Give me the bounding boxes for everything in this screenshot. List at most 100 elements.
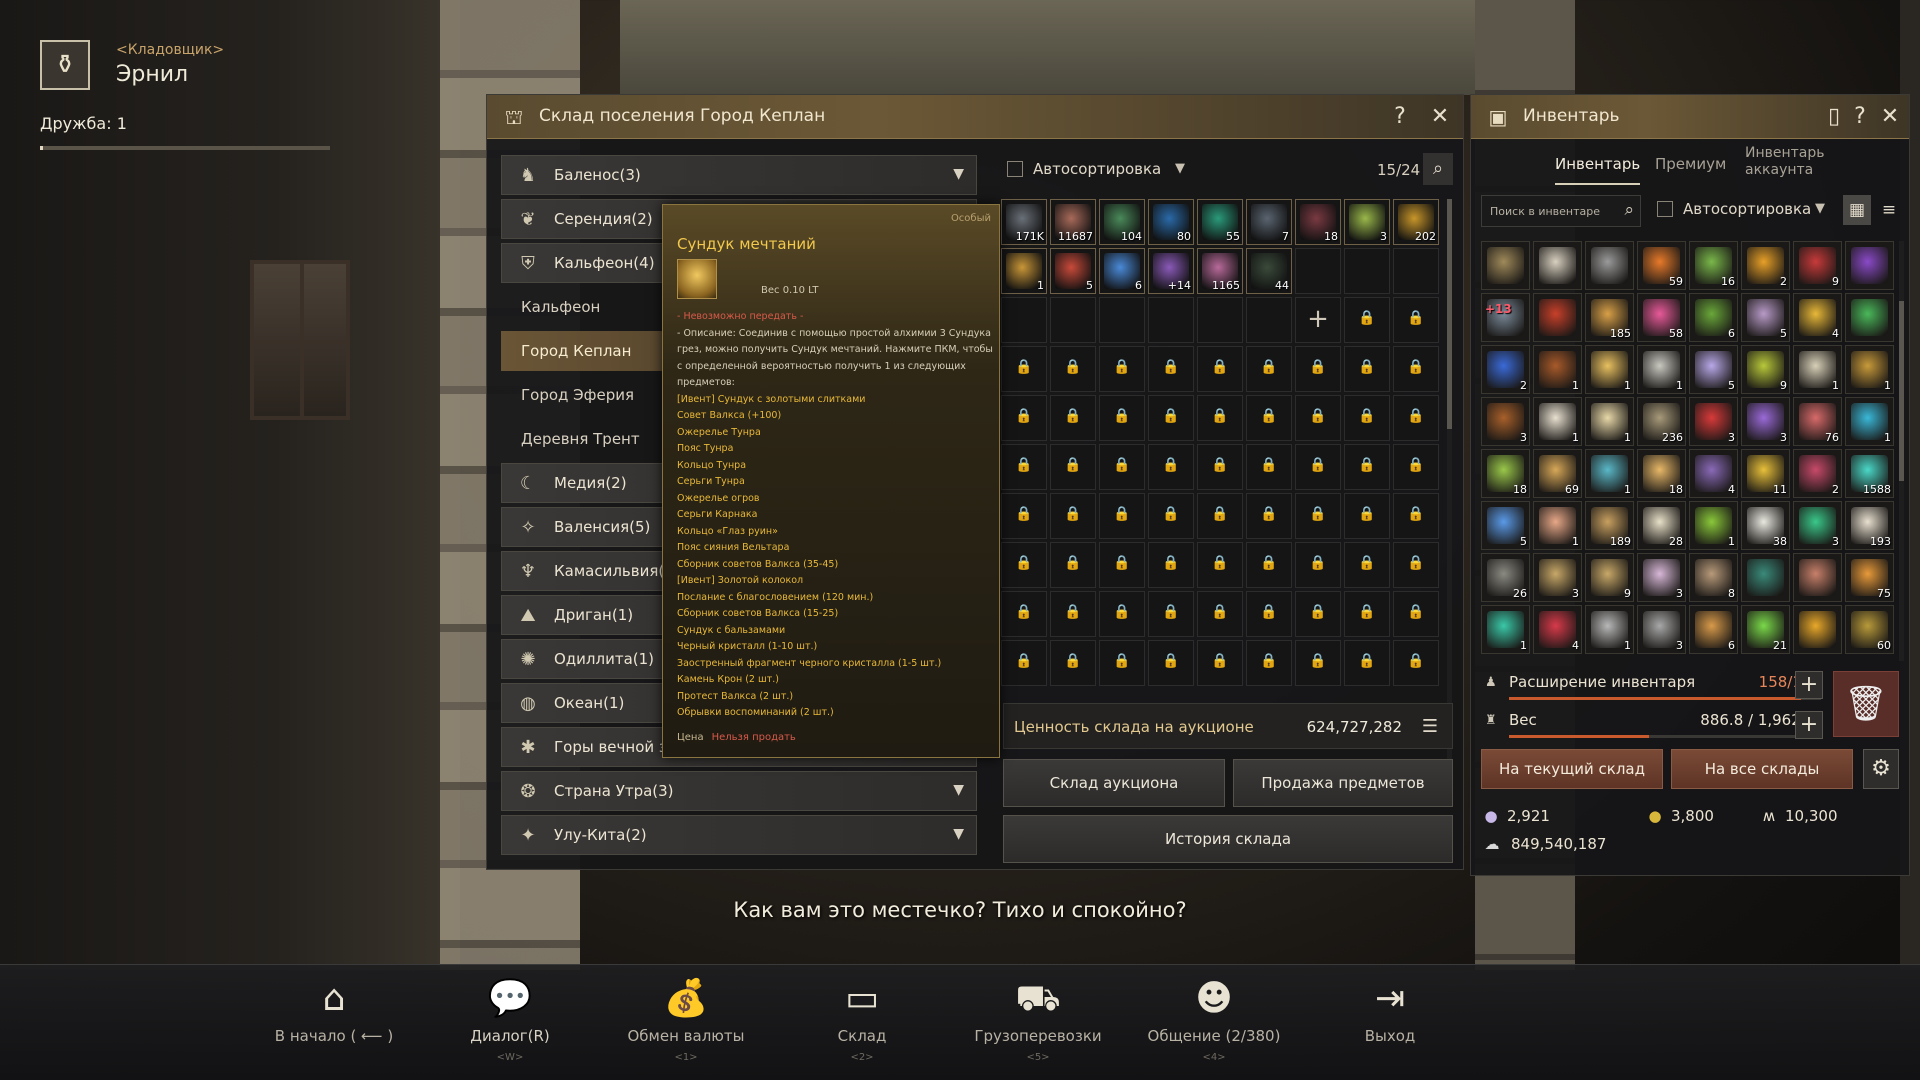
inventory-item-slot[interactable]: 69 <box>1533 449 1582 498</box>
empty-slot[interactable] <box>1344 248 1390 294</box>
warehouse-autosort[interactable]: Автосортировка ▼ <box>1007 155 1187 185</box>
inventory-item-slot[interactable]: 1 <box>1481 605 1530 654</box>
warehouse-scrollbar[interactable] <box>1447 199 1452 759</box>
inventory-item-slot[interactable]: 3 <box>1481 397 1530 446</box>
inventory-item-slot[interactable]: 193 <box>1845 501 1894 550</box>
warehouse-item-slot[interactable]: 55 <box>1197 199 1243 245</box>
warehouse-item-slot[interactable]: 7 <box>1246 199 1292 245</box>
empty-slot[interactable] <box>1148 297 1194 343</box>
inventory-item-slot[interactable]: 1 <box>1845 345 1894 394</box>
expand-inventory-button[interactable]: + <box>1795 671 1823 699</box>
inventory-item-slot[interactable] <box>1585 241 1634 290</box>
warehouse-item-slot[interactable]: 6 <box>1099 248 1145 294</box>
warehouse-item-slot[interactable]: 171K <box>1001 199 1047 245</box>
empty-slot[interactable] <box>1246 297 1292 343</box>
action-home[interactable]: ⌂ В начало ( ⟵ ) <box>239 965 429 1080</box>
inventory-item-slot[interactable] <box>1533 293 1582 342</box>
inventory-item-slot[interactable]: 1 <box>1637 345 1686 394</box>
inventory-item-slot[interactable] <box>1533 241 1582 290</box>
autosort-checkbox[interactable] <box>1007 161 1023 177</box>
autosort-checkbox[interactable] <box>1657 201 1673 217</box>
empty-slot[interactable] <box>1393 248 1439 294</box>
plus-icon[interactable]: + <box>1296 304 1340 334</box>
inventory-item-slot[interactable] <box>1845 293 1894 342</box>
empty-slot[interactable] <box>1197 297 1243 343</box>
inventory-item-slot[interactable] <box>1793 605 1842 654</box>
inventory-item-slot[interactable]: 6 <box>1689 605 1738 654</box>
inventory-item-slot[interactable]: 1 <box>1689 501 1738 550</box>
empty-slot[interactable] <box>1001 297 1047 343</box>
inventory-item-slot[interactable]: 11 <box>1741 449 1790 498</box>
chevron-down-icon[interactable]: ▼ <box>1175 161 1185 176</box>
inventory-item-slot[interactable]: 5 <box>1741 293 1790 342</box>
inventory-item-slot[interactable]: 185 <box>1585 293 1634 342</box>
inventory-item-slot[interactable]: 1588 <box>1845 449 1894 498</box>
scrollbar-thumb[interactable] <box>1899 301 1904 481</box>
inventory-item-slot[interactable]: 6 <box>1689 293 1738 342</box>
inventory-item-slot[interactable]: 3 <box>1533 553 1582 602</box>
inventory-item-slot[interactable]: 8 <box>1689 553 1738 602</box>
inventory-item-slot[interactable] <box>1741 553 1790 602</box>
inventory-item-slot[interactable]: 38 <box>1741 501 1790 550</box>
search-input[interactable]: Поиск в инвентаре <box>1490 205 1600 218</box>
to-all-warehouses-button[interactable]: На все склады <box>1671 749 1853 789</box>
inventory-item-slot[interactable]: +13 <box>1481 293 1530 342</box>
inventory-item-slot[interactable]: 189 <box>1585 501 1634 550</box>
inventory-item-slot[interactable]: 1 <box>1533 345 1582 394</box>
tab-account-inventory[interactable]: Инвентарь аккаунта <box>1745 145 1835 179</box>
region-9-regions_after[interactable]: ✦ Улу-Кита(2) ▼ <box>501 815 977 855</box>
empty-slot[interactable] <box>1050 297 1096 343</box>
chevron-down-icon[interactable]: ▼ <box>953 166 964 182</box>
inventory-item-slot[interactable]: 1 <box>1585 397 1634 446</box>
expand-weight-button[interactable]: + <box>1795 711 1823 739</box>
tab-inventory[interactable]: Инвентарь <box>1555 155 1641 185</box>
inventory-item-slot[interactable]: 26 <box>1481 553 1530 602</box>
inventory-item-slot[interactable]: 9 <box>1793 241 1842 290</box>
chevron-down-icon[interactable]: ▼ <box>953 782 964 798</box>
inventory-item-slot[interactable]: 2 <box>1481 345 1530 394</box>
warehouse-item-slot[interactable]: 104 <box>1099 199 1145 245</box>
warehouse-item-slot[interactable]: 11687 <box>1050 199 1096 245</box>
inventory-item-slot[interactable]: 2 <box>1793 449 1842 498</box>
inventory-search[interactable]: Поиск в инвентаре ⌕ <box>1481 195 1641 227</box>
inventory-item-slot[interactable]: 1 <box>1845 397 1894 446</box>
action-dialogue[interactable]: 💬 Диалог(R) <W> <box>415 965 605 1080</box>
inventory-item-slot[interactable]: 2 <box>1741 241 1790 290</box>
inventory-item-slot[interactable]: 1 <box>1585 449 1634 498</box>
sell-items-button[interactable]: Продажа предметов <box>1233 759 1453 807</box>
list-view-icon[interactable]: ≡ <box>1875 195 1903 225</box>
inventory-item-slot[interactable]: 1 <box>1793 345 1842 394</box>
grid-view-icon[interactable]: ▦ <box>1843 195 1871 225</box>
inventory-item-slot[interactable]: 1 <box>1585 345 1634 394</box>
inventory-item-slot[interactable]: 18 <box>1637 449 1686 498</box>
inventory-item-slot[interactable]: 1 <box>1533 501 1582 550</box>
inventory-item-slot[interactable]: 4 <box>1793 293 1842 342</box>
search-icon[interactable]: ⌕ <box>1624 200 1634 220</box>
inventory-item-slot[interactable]: 9 <box>1585 553 1634 602</box>
region-8-regions_after[interactable]: ❂ Страна Утра(3) ▼ <box>501 771 977 811</box>
inventory-item-slot[interactable]: 5 <box>1689 345 1738 394</box>
trash-icon[interactable]: 🗑 <box>1833 671 1899 737</box>
warehouse-item-slot[interactable]: 80 <box>1148 199 1194 245</box>
warehouse-item-slot[interactable]: +14 <box>1148 248 1194 294</box>
inventory-item-slot[interactable] <box>1793 553 1842 602</box>
inventory-item-slot[interactable]: 18 <box>1481 449 1530 498</box>
gear-icon[interactable]: ⚙ <box>1863 749 1899 789</box>
region-1-regions[interactable]: ♞ Баленос(3) ▼ <box>501 155 977 195</box>
action-chest[interactable]: ▭ Склад <2> <box>767 965 957 1080</box>
chevron-down-icon[interactable]: ▼ <box>1815 201 1825 216</box>
inventory-item-slot[interactable]: 3 <box>1741 397 1790 446</box>
inventory-item-slot[interactable]: 59 <box>1637 241 1686 290</box>
empty-slot[interactable] <box>1295 248 1341 294</box>
warehouse-item-slot[interactable]: 3 <box>1344 199 1390 245</box>
inventory-item-slot[interactable]: 1 <box>1585 605 1634 654</box>
warehouse-item-slot[interactable]: 202 <box>1393 199 1439 245</box>
warehouse-item-slot[interactable]: 1165 <box>1197 248 1243 294</box>
inventory-item-slot[interactable]: 9 <box>1741 345 1790 394</box>
inventory-item-slot[interactable]: 1 <box>1533 397 1582 446</box>
warehouse-item-slot[interactable]: 44 <box>1246 248 1292 294</box>
inventory-scrollbar[interactable] <box>1899 241 1904 661</box>
empty-slot[interactable] <box>1099 297 1145 343</box>
close-button[interactable]: ✕ <box>1877 103 1903 131</box>
inventory-item-slot[interactable]: 3 <box>1793 501 1842 550</box>
